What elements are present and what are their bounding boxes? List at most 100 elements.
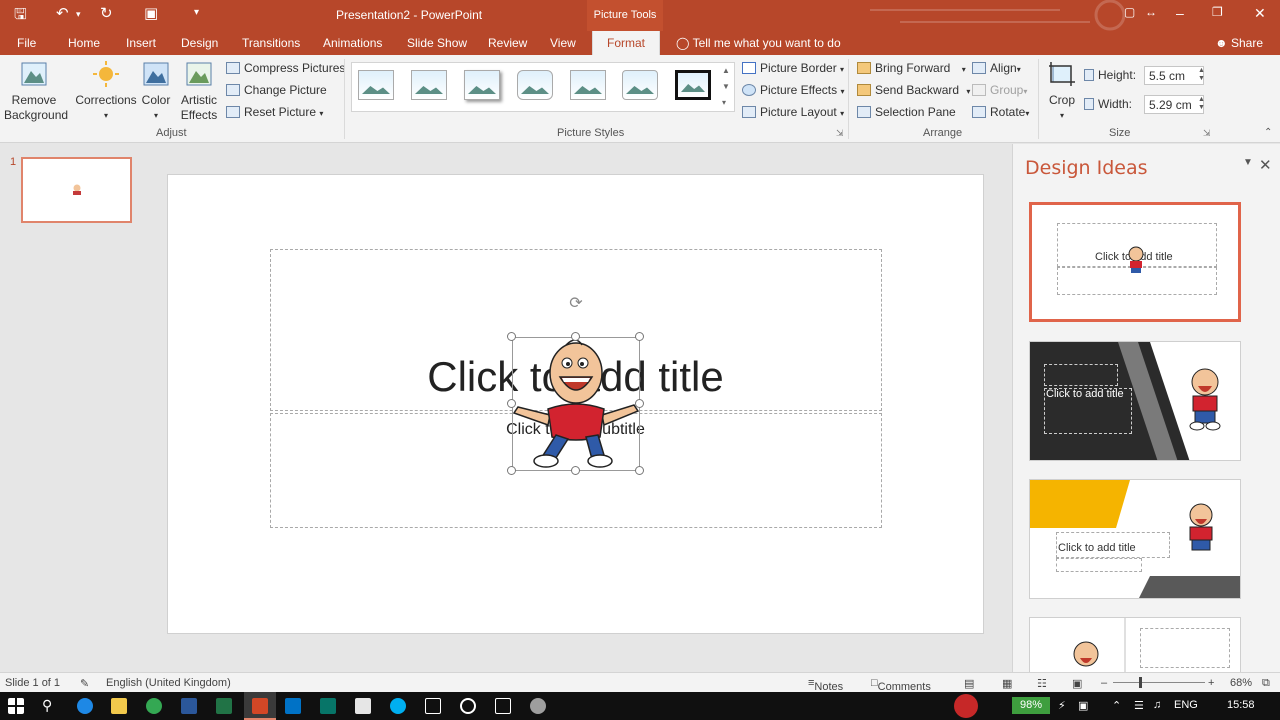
rotate-button[interactable]: Rotate▾ (972, 105, 1029, 119)
language-indicator[interactable]: English (United Kingdom) (106, 677, 231, 689)
zoom-slider-track[interactable] (1113, 682, 1205, 683)
compress-pictures-button[interactable]: Compress Pictures (226, 61, 345, 75)
redo-icon[interactable]: ↻ (100, 4, 113, 22)
height-spinner[interactable]: ▲ ▼ (1198, 67, 1205, 83)
media-icon[interactable] (460, 698, 476, 714)
design-idea-4[interactable] (1029, 617, 1241, 672)
resize-handle-top-right[interactable] (635, 332, 644, 341)
wifi-icon[interactable]: ☰ (1134, 699, 1144, 712)
pane-options-icon[interactable]: ▼ (1243, 157, 1253, 168)
slide-sorter-icon[interactable]: ▦ (1002, 677, 1012, 690)
maximize-icon[interactable]: ❐ (1212, 5, 1223, 19)
windows-start-icon[interactable] (8, 698, 24, 714)
tab-home[interactable]: Home (68, 36, 100, 50)
zoom-level[interactable]: 68% (1230, 677, 1252, 689)
picture-style-5[interactable] (570, 70, 606, 100)
tab-design[interactable]: Design (181, 36, 218, 50)
word-icon[interactable] (181, 698, 197, 714)
power-plug-icon[interactable]: ⚡ (1058, 699, 1066, 712)
picture-style-7[interactable] (675, 70, 711, 100)
resize-handle-bottom[interactable] (571, 466, 580, 475)
terminal-icon[interactable] (495, 698, 511, 714)
search-icon[interactable]: ⚲ (42, 697, 52, 714)
picture-style-6[interactable] (622, 70, 658, 100)
tab-file[interactable]: File (17, 36, 36, 50)
resize-handle-top-left[interactable] (507, 332, 516, 341)
zoom-out-icon[interactable]: – (1101, 677, 1107, 689)
collapse-ribbon-icon[interactable]: ⌃ (1264, 127, 1272, 138)
design-idea-3[interactable]: Click to add title (1029, 479, 1241, 599)
powerpoint-taskbar-active[interactable] (244, 692, 276, 720)
clock[interactable]: 15:58 (1227, 699, 1255, 711)
zoom-in-icon[interactable]: + (1208, 677, 1214, 689)
height-input[interactable]: 5.5 cm (1144, 66, 1204, 85)
corrections-button[interactable]: Corrections ▾ (74, 61, 138, 123)
customize-qat-icon[interactable]: ▾ (194, 7, 199, 18)
tab-format[interactable]: Format (592, 31, 661, 55)
battery-indicator[interactable]: 98% (1012, 697, 1050, 714)
tab-slide-show[interactable]: Slide Show (407, 36, 467, 50)
picture-style-4[interactable] (517, 70, 553, 100)
resize-handle-bottom-left[interactable] (507, 466, 516, 475)
settings-app-icon[interactable] (530, 698, 546, 714)
tab-view[interactable]: View (550, 36, 576, 50)
resize-handle-top[interactable] (571, 332, 580, 341)
chrome-icon[interactable] (146, 698, 162, 714)
publisher-icon[interactable] (320, 698, 336, 714)
resize-handle-right[interactable] (635, 399, 644, 408)
align-button[interactable]: Align▾ (972, 61, 1021, 75)
notes-button[interactable]: ≡ Notes (808, 677, 843, 693)
edge-icon[interactable] (77, 698, 93, 714)
tab-transitions[interactable]: Transitions (242, 36, 300, 50)
artistic-effects-button[interactable]: Artistic Effects (176, 61, 222, 123)
tell-me-box[interactable]: ◯ Tell me what you want to do (676, 36, 841, 50)
design-idea-2[interactable]: Click to add title (1029, 341, 1241, 461)
undo-dropdown-icon[interactable]: ▾ (76, 9, 81, 20)
remove-background-button[interactable]: Remove Background (4, 61, 68, 123)
resize-handle-left[interactable] (507, 399, 516, 408)
monitor-app-icon[interactable] (954, 694, 978, 718)
color-button[interactable]: Color ▾ (140, 61, 172, 123)
show-hidden-icons[interactable]: ⌃ (1112, 699, 1121, 712)
rotate-handle-icon[interactable]: ⟳ (567, 295, 585, 313)
dialog-launcher-icon[interactable]: ⇲ (836, 128, 844, 139)
volume-icon[interactable]: ♫ (1153, 699, 1161, 711)
comments-button[interactable]: □ Comments (871, 677, 931, 693)
tab-review[interactable]: Review (488, 36, 527, 50)
tab-animations[interactable]: Animations (323, 36, 382, 50)
spell-check-icon[interactable]: ✎ (80, 677, 89, 690)
excel-icon[interactable] (216, 698, 232, 714)
slideshow-view-icon[interactable]: ▣ (1072, 677, 1082, 690)
design-idea-1[interactable]: Click to add title (1029, 202, 1241, 322)
network-icon[interactable]: ▣ (1078, 699, 1088, 712)
undo-icon[interactable]: ↶ (56, 4, 69, 22)
dialog-launcher-icon[interactable]: ⇲ (1203, 128, 1211, 139)
change-picture-button[interactable]: Change Picture (226, 83, 327, 97)
save-icon[interactable]: 🖫 (14, 4, 27, 29)
reading-view-icon[interactable]: ☷ (1037, 677, 1047, 690)
group-button[interactable]: Group▾ (972, 83, 1027, 97)
tab-insert[interactable]: Insert (126, 36, 156, 50)
outlook-icon[interactable] (285, 698, 301, 714)
share-button[interactable]: ☻ Share (1215, 36, 1263, 50)
picture-effects-button[interactable]: Picture Effects ▾ (742, 83, 845, 97)
picture-style-2[interactable] (411, 70, 447, 100)
skype-icon[interactable] (390, 698, 406, 714)
send-backward-button[interactable]: Send Backward ▾ (857, 83, 970, 97)
picture-border-button[interactable]: Picture Border ▾ (742, 61, 844, 75)
input-language[interactable]: ENG (1174, 699, 1198, 711)
fit-slide-icon[interactable]: ⧉ (1262, 677, 1270, 690)
gallery-scroll-controls[interactable]: ▲ ▼ ▾ (722, 63, 730, 111)
close-pane-icon[interactable]: ✕ (1259, 156, 1272, 174)
minimize-icon[interactable]: – (1176, 5, 1184, 21)
crop-button[interactable]: Crop ▾ (1044, 61, 1080, 123)
width-spinner[interactable]: ▲ ▼ (1198, 96, 1205, 112)
picture-style-3[interactable] (464, 70, 500, 100)
selection-pane-button[interactable]: Selection Pane (857, 105, 956, 119)
screen-app-icon[interactable] (425, 698, 441, 714)
resize-handle-bottom-right[interactable] (635, 466, 644, 475)
bring-forward-button[interactable]: Bring Forward ▾ (857, 61, 966, 75)
slideshow-from-start-icon[interactable]: ▣ (144, 4, 158, 22)
slide-thumbnail-1[interactable] (21, 157, 132, 223)
picture-layout-button[interactable]: Picture Layout ▾ (742, 105, 844, 119)
